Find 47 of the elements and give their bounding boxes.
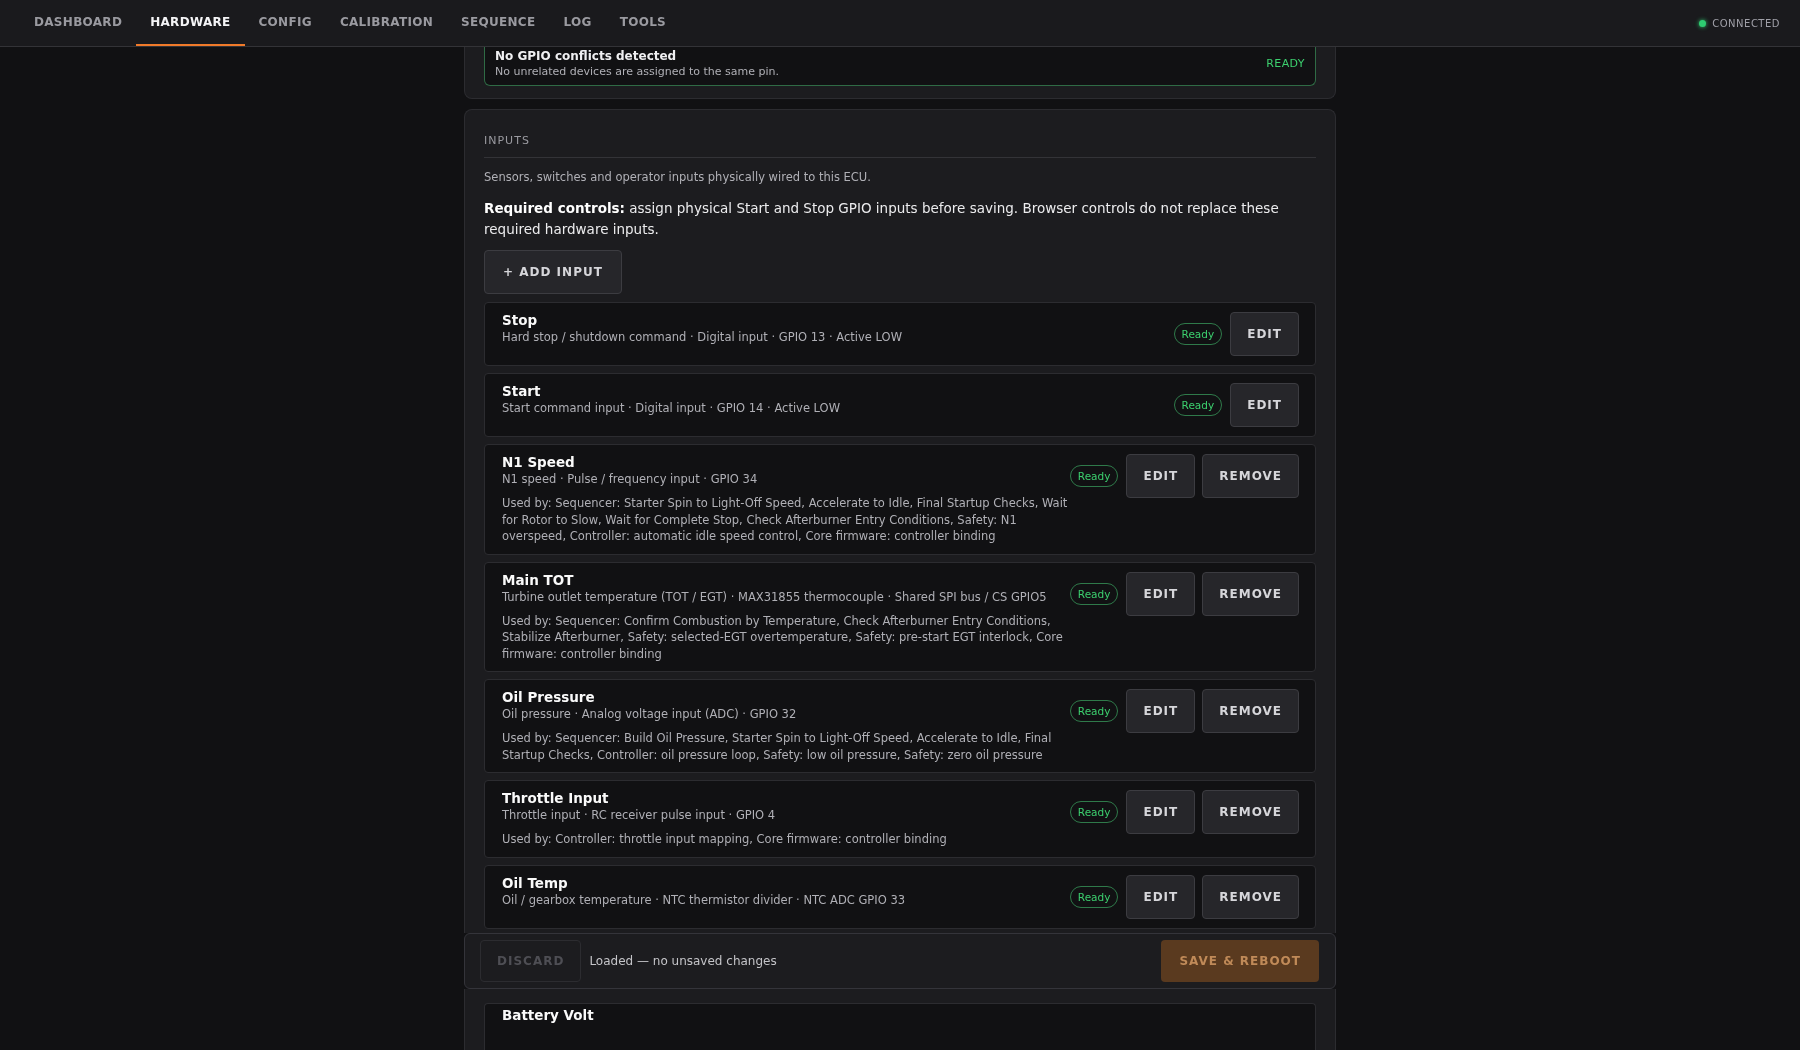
action-button[interactable]: EDIT [1230,312,1299,356]
action-button[interactable]: REMOVE [1202,790,1299,834]
section-heading: INPUTS [484,128,1316,158]
input-name: Start [502,383,542,399]
nav-tab[interactable]: SEQUENCE [447,0,550,46]
action-button[interactable]: EDIT [1230,383,1299,427]
connection-status: CONNECTED [1712,17,1780,29]
input-details: Oil / gearbox temperature · NTC thermistor divider · NTC ADC GPIO 33 [502,892,907,907]
card-message: No unrelated devices are assigned to the same pin. [495,65,779,78]
status-label: READY [1266,57,1305,70]
section-description: Sensors, switches and operator inputs physically wired to this ECU. [484,170,872,184]
action-button[interactable]: EDIT [1126,571,1196,616]
input-name: Battery Volt [502,1006,595,1023]
input-details: Hard stop / shutdown command · Digital input · GPIO 13 · Active LOW [502,330,904,344]
input-name: Oil Pressure [502,689,596,705]
notice-text: Required controls: assign physical Start and Stop GPIO inputs before saving. Browser controls do not replace these required hardware inputs. [484,199,1280,239]
action-button[interactable]: EDIT [1126,454,1196,498]
add-input-button[interactable]: + ADD INPUT [484,250,622,294]
input-name: Main TOT [502,571,575,588]
nav-tab[interactable]: HARDWARE [136,0,245,46]
input-details: Throttle input · RC receiver pulse input · GPIO 4 [502,808,777,822]
input-details: Start command input · Digital input · GPIO 14 · Active LOW [502,401,842,415]
action-button[interactable]: REMOVE [1202,874,1299,919]
nav-tab[interactable]: LOG [549,0,606,46]
input-name: N1 Speed [502,454,576,470]
action-button[interactable]: EDIT [1126,874,1196,919]
used-by-text: Used by: Sequencer: Build Oil Pressure, Starter Spin to Light-Off Speed, Accelerate to Idle, Final Startup Checks, Controller: oil pressure loop, Safety: low oil pressure, Safety: zero oil pressure [502,730,1053,763]
input-name: Stop [502,312,539,328]
action-button[interactable]: REMOVE [1202,454,1299,498]
action-button[interactable]: EDIT [1126,689,1196,733]
nav-tab[interactable]: CONFIG [244,0,326,46]
input-details: Turbine outlet temperature (TOT / EGT) · MAX31855 thermocouple · Shared SPI bus / CS GPIO5 [502,589,1048,604]
nav-tab[interactable]: CALIBRATION [325,0,448,46]
used-by-text: Used by: Sequencer: Starter Spin to Light-Off Speed, Accelerate to Idle, Final Startup Checks, Wait for Rotor to Slow, Wait for Complete Stop, Check Afterburner Entry Conditions, Safety: N1 overspeed, Controller: automatic idle speed control, Core firmware: controller binding [502,495,1069,545]
input-name: Oil Temp [502,874,569,891]
input-details: N1 speed · Pulse / frequency input · GPIO 34 [502,472,759,486]
used-by-text: Used by: Controller: throttle input mapping, Core firmware: controller binding [502,831,948,848]
nav-tab[interactable]: DASHBOARD [20,0,137,46]
nav-tab[interactable]: TOOLS [605,0,681,46]
action-button[interactable]: EDIT [1126,790,1196,834]
input-details: Oil pressure · Analog voltage input (ADC) · GPIO 32 [502,707,798,721]
action-button[interactable]: REMOVE [1202,571,1299,616]
action-button[interactable]: REMOVE [1202,689,1299,733]
save-status-text: Loaded — no unsaved changes [589,953,778,968]
used-by-text: Used by: Sequencer: Confirm Combustion by Temperature, Check Afterburner Entry Conditions, Stabilize Afterburner, Safety: selected-EGT overtemperature, Safety: pre-start EGT interlock, Core firmware: controller binding [502,612,1064,662]
card-title: No GPIO conflicts detected [495,49,678,63]
input-name: Throttle Input [502,790,610,806]
